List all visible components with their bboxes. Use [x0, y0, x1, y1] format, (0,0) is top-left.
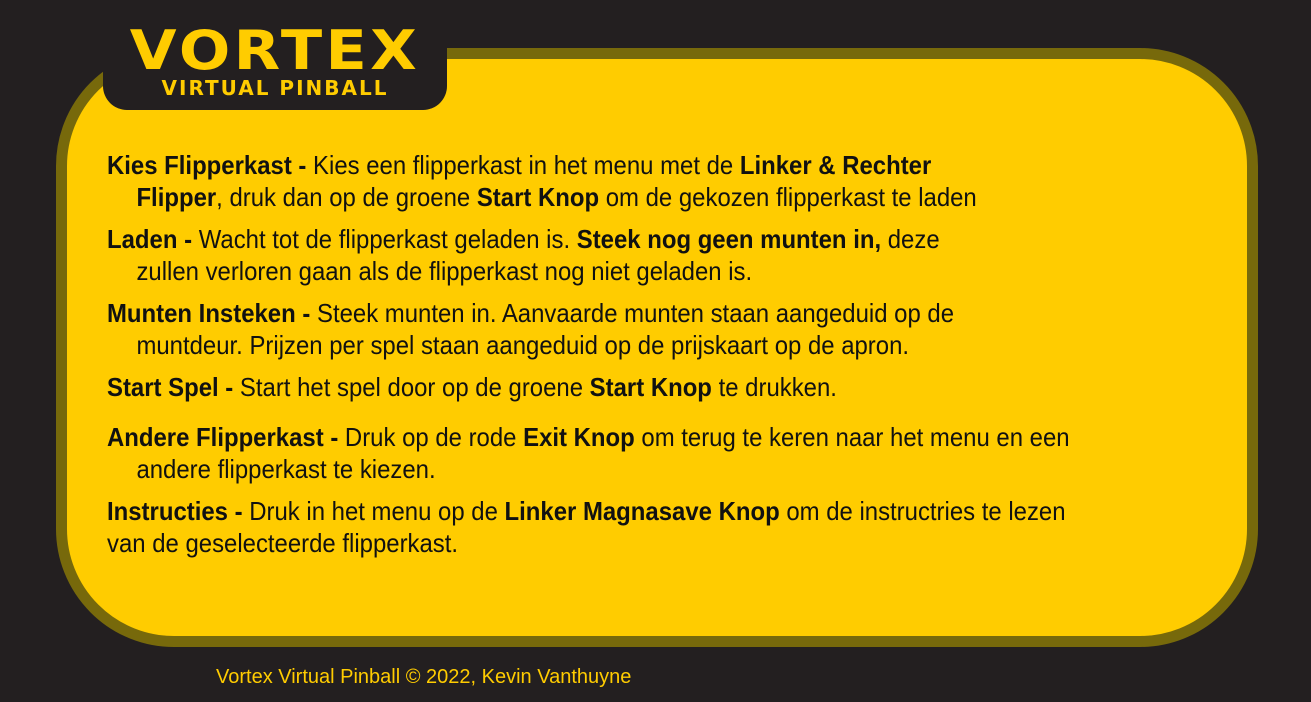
instruction-kies-flipperkast: Kies Flipperkast - Kies een flipperkast … [107, 149, 1128, 213]
instruction-text: deze [881, 224, 940, 254]
instruction-text: Druk in het menu op de [249, 496, 505, 526]
instruction-line: Start Spel - Start het spel door op de g… [107, 371, 1128, 403]
instruction-bold-text: Flipper [136, 182, 217, 212]
instruction-line: Flipper, druk dan op de groene Start Kno… [107, 181, 1128, 213]
instruction-text: Steek munten in. Aanvaarde munten staan … [316, 298, 955, 328]
instruction-list: Kies Flipperkast - Kies een flipperkast … [107, 149, 1128, 559]
instruction-text: Kies een flipperkast in het menu met de [313, 150, 740, 180]
instruction-text: om de gekozen flipperkast te laden [599, 182, 977, 212]
instruction-bold-text: Laden - [107, 224, 199, 254]
instruction-bold-text: Exit Knop [523, 422, 635, 452]
instruction-munten-insteken: Munten Insteken - Steek munten in. Aanva… [107, 297, 1128, 361]
instruction-bold-text: Start Knop [589, 372, 712, 402]
logo-subtitle: VIRTUAL PINBALL [161, 76, 389, 100]
instruction-instructies: Instructies - Druk in het menu op de Lin… [107, 495, 1128, 559]
instruction-bold-text: Andere Flipperkast - [107, 422, 345, 452]
instruction-text: Start het spel door op de groene [239, 372, 590, 402]
instruction-line: Instructies - Druk in het menu op de Lin… [107, 495, 1128, 527]
instruction-text: Druk op de rode [344, 422, 524, 452]
instruction-bold-text: Linker Magnasave Knop [504, 496, 780, 526]
instruction-text: muntdeur. Prijzen per spel staan aangedu… [136, 330, 910, 360]
instruction-bold-text: Steek nog geen munten in, [576, 224, 882, 254]
instruction-text: om de instructries te lezen [779, 496, 1066, 526]
instruction-line: Kies Flipperkast - Kies een flipperkast … [107, 149, 1128, 181]
instruction-bold-text: Munten Insteken - [107, 298, 317, 328]
instruction-text: zullen verloren gaan als de flipperkast … [136, 256, 753, 286]
instruction-bold-text: Linker & Rechter [739, 150, 932, 180]
instruction-text: om terug te keren naar het menu en een [634, 422, 1070, 452]
instruction-laden: Laden - Wacht tot de flipperkast geladen… [107, 223, 1128, 287]
instruction-line: muntdeur. Prijzen per spel staan aangedu… [107, 329, 1128, 361]
instruction-line: Andere Flipperkast - Druk op de rode Exi… [107, 421, 1128, 453]
instruction-line: zullen verloren gaan als de flipperkast … [107, 255, 1128, 287]
instruction-card: VORTEX VIRTUAL PINBALL Kies Flipperkast … [0, 0, 1311, 702]
instruction-line: Laden - Wacht tot de flipperkast geladen… [107, 223, 1128, 255]
instruction-text: Wacht tot de flipperkast geladen is. [198, 224, 577, 254]
instruction-line: andere flipperkast te kiezen. [107, 453, 1128, 485]
instruction-start-spel: Start Spel - Start het spel door op de g… [107, 371, 1128, 403]
instruction-line: Munten Insteken - Steek munten in. Aanva… [107, 297, 1128, 329]
instruction-bold-text: Instructies - [107, 496, 250, 526]
instruction-text: , druk dan op de groene [216, 182, 477, 212]
instruction-bold-text: Start Spel - [107, 372, 240, 402]
instruction-text: van de geselecteerde flipperkast. [107, 528, 459, 558]
instruction-text: andere flipperkast te kiezen. [136, 454, 436, 484]
instruction-bold-text: Start Knop [476, 182, 600, 212]
instruction-line: van de geselecteerde flipperkast. [107, 527, 1128, 559]
instruction-text: te drukken. [711, 372, 837, 402]
logo-title: VORTEX [129, 19, 421, 82]
instruction-andere-flipperkast: Andere Flipperkast - Druk op de rode Exi… [107, 421, 1128, 485]
instruction-bold-text: Kies Flipperkast - [107, 150, 314, 180]
copyright-footer: Vortex Virtual Pinball © 2022, Kevin Van… [216, 666, 632, 688]
